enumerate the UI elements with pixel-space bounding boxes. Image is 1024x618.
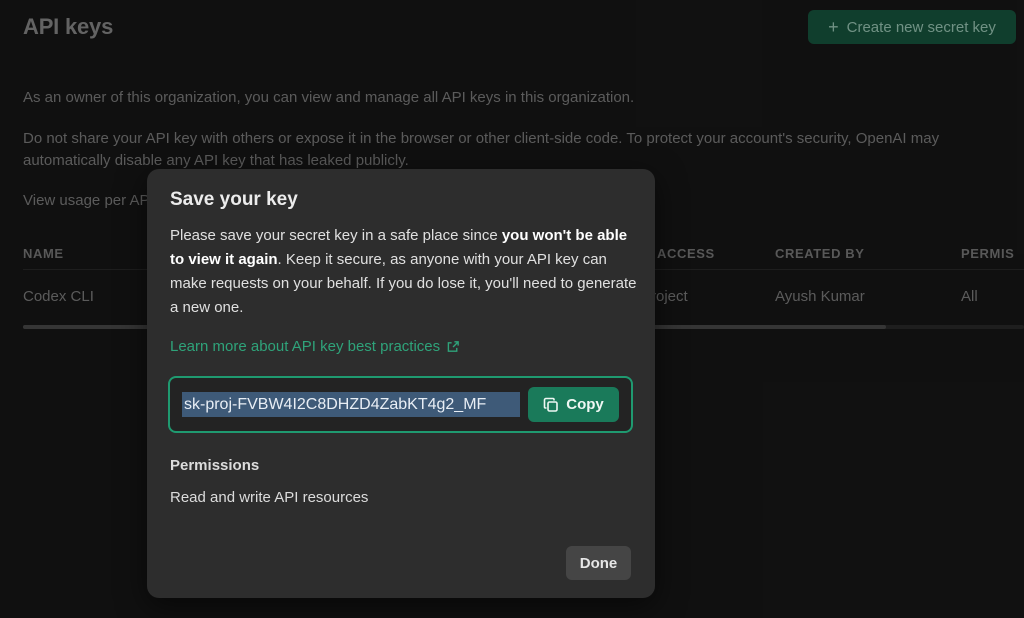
copy-button-label: Copy <box>566 396 604 413</box>
external-link-icon <box>447 341 459 352</box>
best-practices-link-label: Learn more about API key best practices <box>170 338 441 355</box>
best-practices-link[interactable]: Learn more about API key best practices <box>170 338 460 355</box>
page: API keys + Create new secret key As an o… <box>0 0 1024 618</box>
dialog-title: Save your key <box>170 189 298 210</box>
dialog-message: Please save your secret key in a safe pl… <box>170 224 640 320</box>
copy-icon <box>543 397 559 412</box>
done-button[interactable]: Done <box>566 546 631 580</box>
dialog-message-start: Please save your secret key in a safe pl… <box>170 227 502 244</box>
secret-key-field: Copy <box>168 376 633 433</box>
save-key-dialog: Save your key Please save your secret ke… <box>147 169 655 598</box>
secret-key-input[interactable] <box>182 392 520 417</box>
permissions-value: Read and write API resources <box>170 489 369 506</box>
copy-button[interactable]: Copy <box>528 387 619 422</box>
permissions-heading: Permissions <box>170 457 260 474</box>
